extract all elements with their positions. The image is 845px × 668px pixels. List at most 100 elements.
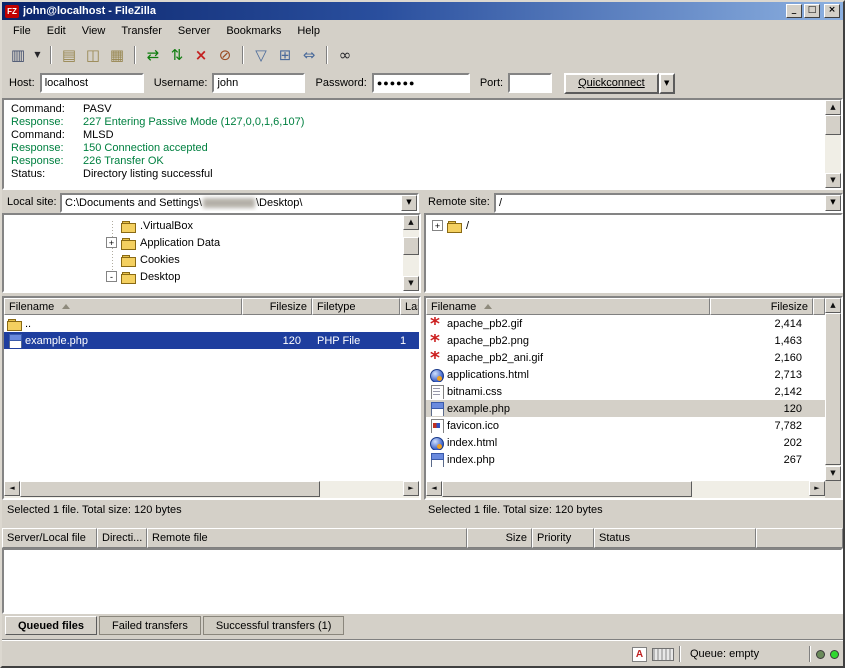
log-scrollbar[interactable]: ▲ ▼: [825, 100, 841, 188]
remote-site-combobox[interactable]: / ▼: [494, 193, 843, 213]
expander-icon[interactable]: +: [432, 220, 443, 231]
remote-vertical-scrollbar[interactable]: ▲ ▼: [825, 298, 841, 481]
quickconnect-dropdown-button[interactable]: ▼: [659, 73, 675, 94]
tab-failed-transfers[interactable]: Failed transfers: [99, 616, 201, 635]
combo-dropdown-icon[interactable]: ▼: [401, 195, 417, 211]
file-row[interactable]: apache_pb2.gif 2,414: [426, 315, 825, 332]
folder-up-icon: [7, 317, 22, 331]
tree-scrollbar[interactable]: ▲ ▼: [403, 215, 419, 291]
column-header-status[interactable]: Status: [594, 528, 756, 548]
file-row[interactable]: example.php 120: [426, 400, 825, 417]
quickconnect-label: Quickconnect: [578, 77, 645, 89]
scrollbar-thumb[interactable]: [442, 481, 692, 497]
menu-file[interactable]: File: [5, 21, 39, 41]
toggle-directory-trees-icon[interactable]: ◫: [82, 44, 104, 66]
column-header-last-modified[interactable]: Last modified: [400, 298, 419, 315]
scroll-right-icon[interactable]: ►: [403, 481, 419, 496]
scroll-down-icon[interactable]: ▼: [825, 173, 841, 188]
site-manager-dropdown-icon[interactable]: ▼: [31, 44, 44, 66]
cancel-icon[interactable]: ×: [190, 44, 212, 66]
tree-item[interactable]: - Desktop: [4, 268, 401, 285]
data-type-icon[interactable]: A: [632, 647, 647, 662]
password-input[interactable]: [372, 73, 470, 93]
scrollbar-thumb[interactable]: [20, 481, 320, 497]
scroll-right-icon[interactable]: ►: [809, 481, 825, 496]
menu-bookmarks[interactable]: Bookmarks: [218, 21, 289, 41]
encryption-icon[interactable]: [652, 648, 674, 661]
column-header-remote-file[interactable]: Remote file: [147, 528, 467, 548]
scroll-up-icon[interactable]: ▲: [403, 215, 419, 230]
disconnect-icon[interactable]: ⊘: [214, 44, 236, 66]
minimize-button[interactable]: _: [786, 4, 802, 18]
filename-cell: apache_pb2.png: [426, 334, 710, 348]
local-list-header: Filename Filesize Filetype Last modified: [4, 298, 419, 315]
column-header-filetype[interactable]: Filetype: [312, 298, 400, 315]
quickconnect-button[interactable]: Quickconnect: [564, 73, 659, 94]
port-label: Port:: [480, 77, 503, 89]
tree-item[interactable]: .VirtualBox: [4, 217, 401, 234]
file-row[interactable]: applications.html 2,713: [426, 366, 825, 383]
scroll-up-icon[interactable]: ▲: [825, 100, 841, 115]
scroll-left-icon[interactable]: ◄: [4, 481, 20, 496]
synchronized-browsing-icon[interactable]: ⇔: [298, 44, 320, 66]
tab-successful-transfers[interactable]: Successful transfers (1): [203, 616, 345, 635]
file-icon: [429, 351, 444, 365]
remote-list-header: Filename Filesize: [426, 298, 825, 315]
expander-icon[interactable]: -: [106, 271, 117, 282]
file-row[interactable]: favicon.ico 7,782: [426, 417, 825, 434]
scrollbar-thumb[interactable]: [825, 115, 841, 135]
maximize-button[interactable]: □: [804, 4, 820, 18]
menu-help[interactable]: Help: [289, 21, 328, 41]
column-header-filesize[interactable]: Filesize: [710, 298, 813, 315]
local-horizontal-scrollbar[interactable]: ◄ ►: [4, 481, 419, 498]
file-row[interactable]: index.php 267: [426, 451, 825, 468]
close-button[interactable]: ×: [824, 4, 840, 18]
combo-dropdown-icon[interactable]: ▼: [825, 195, 841, 211]
menu-view[interactable]: View: [74, 21, 114, 41]
toggle-message-log-icon[interactable]: ▤: [58, 44, 80, 66]
file-row[interactable]: apache_pb2_ani.gif 2,160: [426, 349, 825, 366]
column-header-direction[interactable]: Directi...: [97, 528, 147, 548]
file-row[interactable]: bitnami.css 2,142: [426, 383, 825, 400]
scrollbar-thumb[interactable]: [403, 237, 419, 255]
tree-item-label: Application Data: [136, 237, 220, 249]
port-input[interactable]: [508, 73, 552, 93]
caption-buttons: _ □ ×: [786, 4, 840, 18]
remote-horizontal-scrollbar[interactable]: ◄ ►: [426, 481, 825, 498]
file-row[interactable]: apache_pb2.png 1,463: [426, 332, 825, 349]
tree-item[interactable]: Cookies: [4, 251, 401, 268]
tree-item-label: /: [462, 220, 469, 232]
username-input[interactable]: [212, 73, 305, 93]
column-header-priority[interactable]: Priority: [532, 528, 594, 548]
column-header-size[interactable]: Size: [467, 528, 532, 548]
expander-icon[interactable]: +: [106, 237, 117, 248]
menu-edit[interactable]: Edit: [39, 21, 74, 41]
column-header-filename[interactable]: Filename: [426, 298, 710, 315]
scroll-down-icon[interactable]: ▼: [403, 276, 419, 291]
file-row[interactable]: index.html 202: [426, 434, 825, 451]
scrollbar-thumb[interactable]: [825, 313, 841, 465]
filesize-cell: 120: [242, 335, 312, 347]
local-site-combobox[interactable]: C:\Documents and Settings\\Desktop\ ▼: [60, 193, 419, 213]
menu-transfer[interactable]: Transfer: [113, 21, 170, 41]
host-input[interactable]: [40, 73, 144, 93]
column-header-server-local-file[interactable]: Server/Local file: [2, 528, 97, 548]
site-manager-icon[interactable]: ▥: [7, 44, 29, 66]
column-header-filename[interactable]: Filename: [4, 298, 242, 315]
scroll-up-icon[interactable]: ▲: [825, 298, 841, 313]
tree-item[interactable]: + Application Data: [4, 234, 401, 251]
file-row[interactable]: ..: [4, 315, 419, 332]
tab-queued-files[interactable]: Queued files: [5, 616, 97, 635]
menu-server[interactable]: Server: [170, 21, 218, 41]
filter-icon[interactable]: ▽: [250, 44, 272, 66]
process-queue-icon[interactable]: ⇅: [166, 44, 188, 66]
refresh-icon[interactable]: ⇄: [142, 44, 164, 66]
scroll-down-icon[interactable]: ▼: [825, 466, 841, 481]
tree-item[interactable]: + /: [426, 217, 841, 234]
directory-comparison-icon[interactable]: ⊞: [274, 44, 296, 66]
scroll-left-icon[interactable]: ◄: [426, 481, 442, 496]
toggle-transfer-queue-icon[interactable]: ▦: [106, 44, 128, 66]
column-header-filesize[interactable]: Filesize: [242, 298, 312, 315]
file-row[interactable]: example.php 120 PHP File 1: [4, 332, 419, 349]
find-files-icon[interactable]: ∞: [334, 44, 356, 66]
